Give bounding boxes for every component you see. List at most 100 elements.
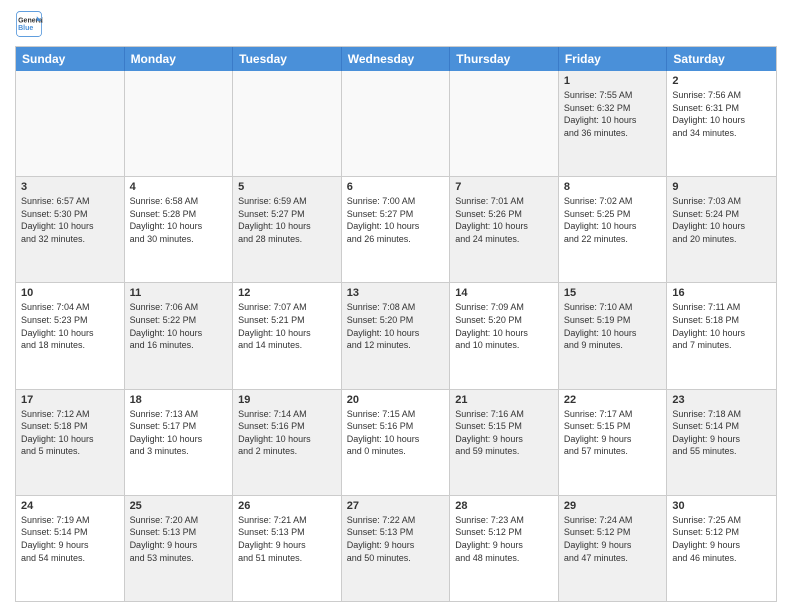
day-cell-15: 15 Sunrise: 7:10 AM Sunset: 5:19 PM Dayli… (559, 283, 668, 388)
day-cell-10: 10 Sunrise: 7:04 AM Sunset: 5:23 PM Dayli… (16, 283, 125, 388)
day-number: 30 (672, 500, 771, 512)
logo-icon: General Blue (15, 10, 43, 38)
day-number: 17 (21, 394, 119, 406)
day-number: 28 (455, 500, 553, 512)
day-number: 27 (347, 500, 445, 512)
day-cell-27: 27 Sunrise: 7:22 AM Sunset: 5:13 PM Dayli… (342, 496, 451, 601)
header: General Blue (15, 10, 777, 38)
day-number: 25 (130, 500, 228, 512)
day-number: 5 (238, 181, 336, 193)
day-number: 22 (564, 394, 662, 406)
day-number: 8 (564, 181, 662, 193)
day-info: Sunrise: 6:57 AM Sunset: 5:30 PM Dayligh… (21, 195, 119, 245)
day-cell-18: 18Sunrise: 7:13 AM Sunset: 5:17 PM Dayli… (125, 390, 234, 495)
day-cell-6: 6 Sunrise: 7:00 AM Sunset: 5:27 PM Daylig… (342, 177, 451, 282)
day-info: Sunrise: 7:14 AM Sunset: 5:16 PM Dayligh… (238, 408, 336, 458)
day-number: 6 (347, 181, 445, 193)
calendar-row-4: 24 Sunrise: 7:19 AM Sunset: 5:14 PM Dayli… (16, 495, 776, 601)
day-cell-13: 13 Sunrise: 7:08 AM Sunset: 5:20 PM Dayli… (342, 283, 451, 388)
calendar-row-3: 17 Sunrise: 7:12 AM Sunset: 5:18 PM Dayli… (16, 389, 776, 495)
day-cell-30: 30 Sunrise: 7:25 AM Sunset: 5:12 PM Dayli… (667, 496, 776, 601)
empty-cell (450, 71, 559, 176)
day-cell-5: 5 Sunrise: 6:59 AM Sunset: 5:27 PM Daylig… (233, 177, 342, 282)
day-cell-22: 22 Sunrise: 7:17 AM Sunset: 5:15 PM Dayli… (559, 390, 668, 495)
day-cell-25: 25 Sunrise: 7:20 AM Sunset: 5:13 PM Dayli… (125, 496, 234, 601)
day-cell-28: 28 Sunrise: 7:23 AM Sunset: 5:12 PM Dayli… (450, 496, 559, 601)
empty-cell (16, 71, 125, 176)
calendar-header: SundayMondayTuesdayWednesdayThursdayFrid… (16, 47, 776, 71)
day-info: Sunrise: 7:11 AM Sunset: 5:18 PM Dayligh… (672, 301, 771, 351)
day-info: Sunrise: 6:58 AM Sunset: 5:28 PM Dayligh… (130, 195, 228, 245)
day-number: 21 (455, 394, 553, 406)
weekday-header-tuesday: Tuesday (233, 47, 342, 71)
day-number: 3 (21, 181, 119, 193)
day-number: 14 (455, 287, 553, 299)
day-number: 11 (130, 287, 228, 299)
day-info: Sunrise: 7:25 AM Sunset: 5:12 PM Dayligh… (672, 514, 771, 564)
svg-text:Blue: Blue (18, 25, 33, 32)
day-info: Sunrise: 7:01 AM Sunset: 5:26 PM Dayligh… (455, 195, 553, 245)
day-number: 19 (238, 394, 336, 406)
day-cell-26: 26 Sunrise: 7:21 AM Sunset: 5:13 PM Dayli… (233, 496, 342, 601)
weekday-header-monday: Monday (125, 47, 234, 71)
day-cell-2: 2 Sunrise: 7:56 AM Sunset: 6:31 PM Daylig… (667, 71, 776, 176)
day-number: 10 (21, 287, 119, 299)
day-cell-24: 24 Sunrise: 7:19 AM Sunset: 5:14 PM Dayli… (16, 496, 125, 601)
day-info: Sunrise: 7:00 AM Sunset: 5:27 PM Dayligh… (347, 195, 445, 245)
day-cell-11: 11 Sunrise: 7:06 AM Sunset: 5:22 PM Dayli… (125, 283, 234, 388)
day-cell-19: 19 Sunrise: 7:14 AM Sunset: 5:16 PM Dayli… (233, 390, 342, 495)
calendar-row-1: 3 Sunrise: 6:57 AM Sunset: 5:30 PM Daylig… (16, 176, 776, 282)
day-info: Sunrise: 7:06 AM Sunset: 5:22 PM Dayligh… (130, 301, 228, 351)
day-number: 4 (130, 181, 228, 193)
day-info: Sunrise: 7:24 AM Sunset: 5:12 PM Dayligh… (564, 514, 662, 564)
day-cell-20: 20Sunrise: 7:15 AM Sunset: 5:16 PM Dayli… (342, 390, 451, 495)
day-cell-16: 16Sunrise: 7:11 AM Sunset: 5:18 PM Dayli… (667, 283, 776, 388)
day-info: Sunrise: 7:17 AM Sunset: 5:15 PM Dayligh… (564, 408, 662, 458)
day-number: 2 (672, 75, 771, 87)
day-info: Sunrise: 7:02 AM Sunset: 5:25 PM Dayligh… (564, 195, 662, 245)
weekday-header-friday: Friday (559, 47, 668, 71)
day-number: 26 (238, 500, 336, 512)
day-info: Sunrise: 6:59 AM Sunset: 5:27 PM Dayligh… (238, 195, 336, 245)
day-cell-21: 21 Sunrise: 7:16 AM Sunset: 5:15 PM Dayli… (450, 390, 559, 495)
empty-cell (342, 71, 451, 176)
day-info: Sunrise: 7:08 AM Sunset: 5:20 PM Dayligh… (347, 301, 445, 351)
day-info: Sunrise: 7:21 AM Sunset: 5:13 PM Dayligh… (238, 514, 336, 564)
day-info: Sunrise: 7:19 AM Sunset: 5:14 PM Dayligh… (21, 514, 119, 564)
day-cell-7: 7Sunrise: 7:01 AM Sunset: 5:26 PM Daylig… (450, 177, 559, 282)
calendar-row-2: 10 Sunrise: 7:04 AM Sunset: 5:23 PM Dayli… (16, 282, 776, 388)
weekday-header-wednesday: Wednesday (342, 47, 451, 71)
day-info: Sunrise: 7:16 AM Sunset: 5:15 PM Dayligh… (455, 408, 553, 458)
day-number: 15 (564, 287, 662, 299)
day-info: Sunrise: 7:12 AM Sunset: 5:18 PM Dayligh… (21, 408, 119, 458)
day-info: Sunrise: 7:07 AM Sunset: 5:21 PM Dayligh… (238, 301, 336, 351)
weekday-header-saturday: Saturday (667, 47, 776, 71)
day-cell-3: 3 Sunrise: 6:57 AM Sunset: 5:30 PM Daylig… (16, 177, 125, 282)
day-info: Sunrise: 7:22 AM Sunset: 5:13 PM Dayligh… (347, 514, 445, 564)
day-cell-4: 4 Sunrise: 6:58 AM Sunset: 5:28 PM Daylig… (125, 177, 234, 282)
day-info: Sunrise: 7:13 AM Sunset: 5:17 PM Dayligh… (130, 408, 228, 458)
day-number: 24 (21, 500, 119, 512)
day-info: Sunrise: 7:55 AM Sunset: 6:32 PM Dayligh… (564, 89, 662, 139)
day-cell-17: 17 Sunrise: 7:12 AM Sunset: 5:18 PM Dayli… (16, 390, 125, 495)
day-number: 9 (672, 181, 771, 193)
day-number: 29 (564, 500, 662, 512)
day-number: 12 (238, 287, 336, 299)
day-info: Sunrise: 7:23 AM Sunset: 5:12 PM Dayligh… (455, 514, 553, 564)
day-number: 20 (347, 394, 445, 406)
weekday-header-thursday: Thursday (450, 47, 559, 71)
logo: General Blue (15, 10, 47, 38)
day-info: Sunrise: 7:18 AM Sunset: 5:14 PM Dayligh… (672, 408, 771, 458)
day-info: Sunrise: 7:04 AM Sunset: 5:23 PM Dayligh… (21, 301, 119, 351)
weekday-header-sunday: Sunday (16, 47, 125, 71)
day-info: Sunrise: 7:20 AM Sunset: 5:13 PM Dayligh… (130, 514, 228, 564)
day-cell-12: 12 Sunrise: 7:07 AM Sunset: 5:21 PM Dayli… (233, 283, 342, 388)
calendar-row-0: 1Sunrise: 7:55 AM Sunset: 6:32 PM Daylig… (16, 71, 776, 176)
day-number: 13 (347, 287, 445, 299)
day-info: Sunrise: 7:56 AM Sunset: 6:31 PM Dayligh… (672, 89, 771, 139)
day-cell-1: 1Sunrise: 7:55 AM Sunset: 6:32 PM Daylig… (559, 71, 668, 176)
day-cell-23: 23Sunrise: 7:18 AM Sunset: 5:14 PM Dayli… (667, 390, 776, 495)
day-cell-29: 29 Sunrise: 7:24 AM Sunset: 5:12 PM Dayli… (559, 496, 668, 601)
calendar: SundayMondayTuesdayWednesdayThursdayFrid… (15, 46, 777, 602)
day-info: Sunrise: 7:10 AM Sunset: 5:19 PM Dayligh… (564, 301, 662, 351)
